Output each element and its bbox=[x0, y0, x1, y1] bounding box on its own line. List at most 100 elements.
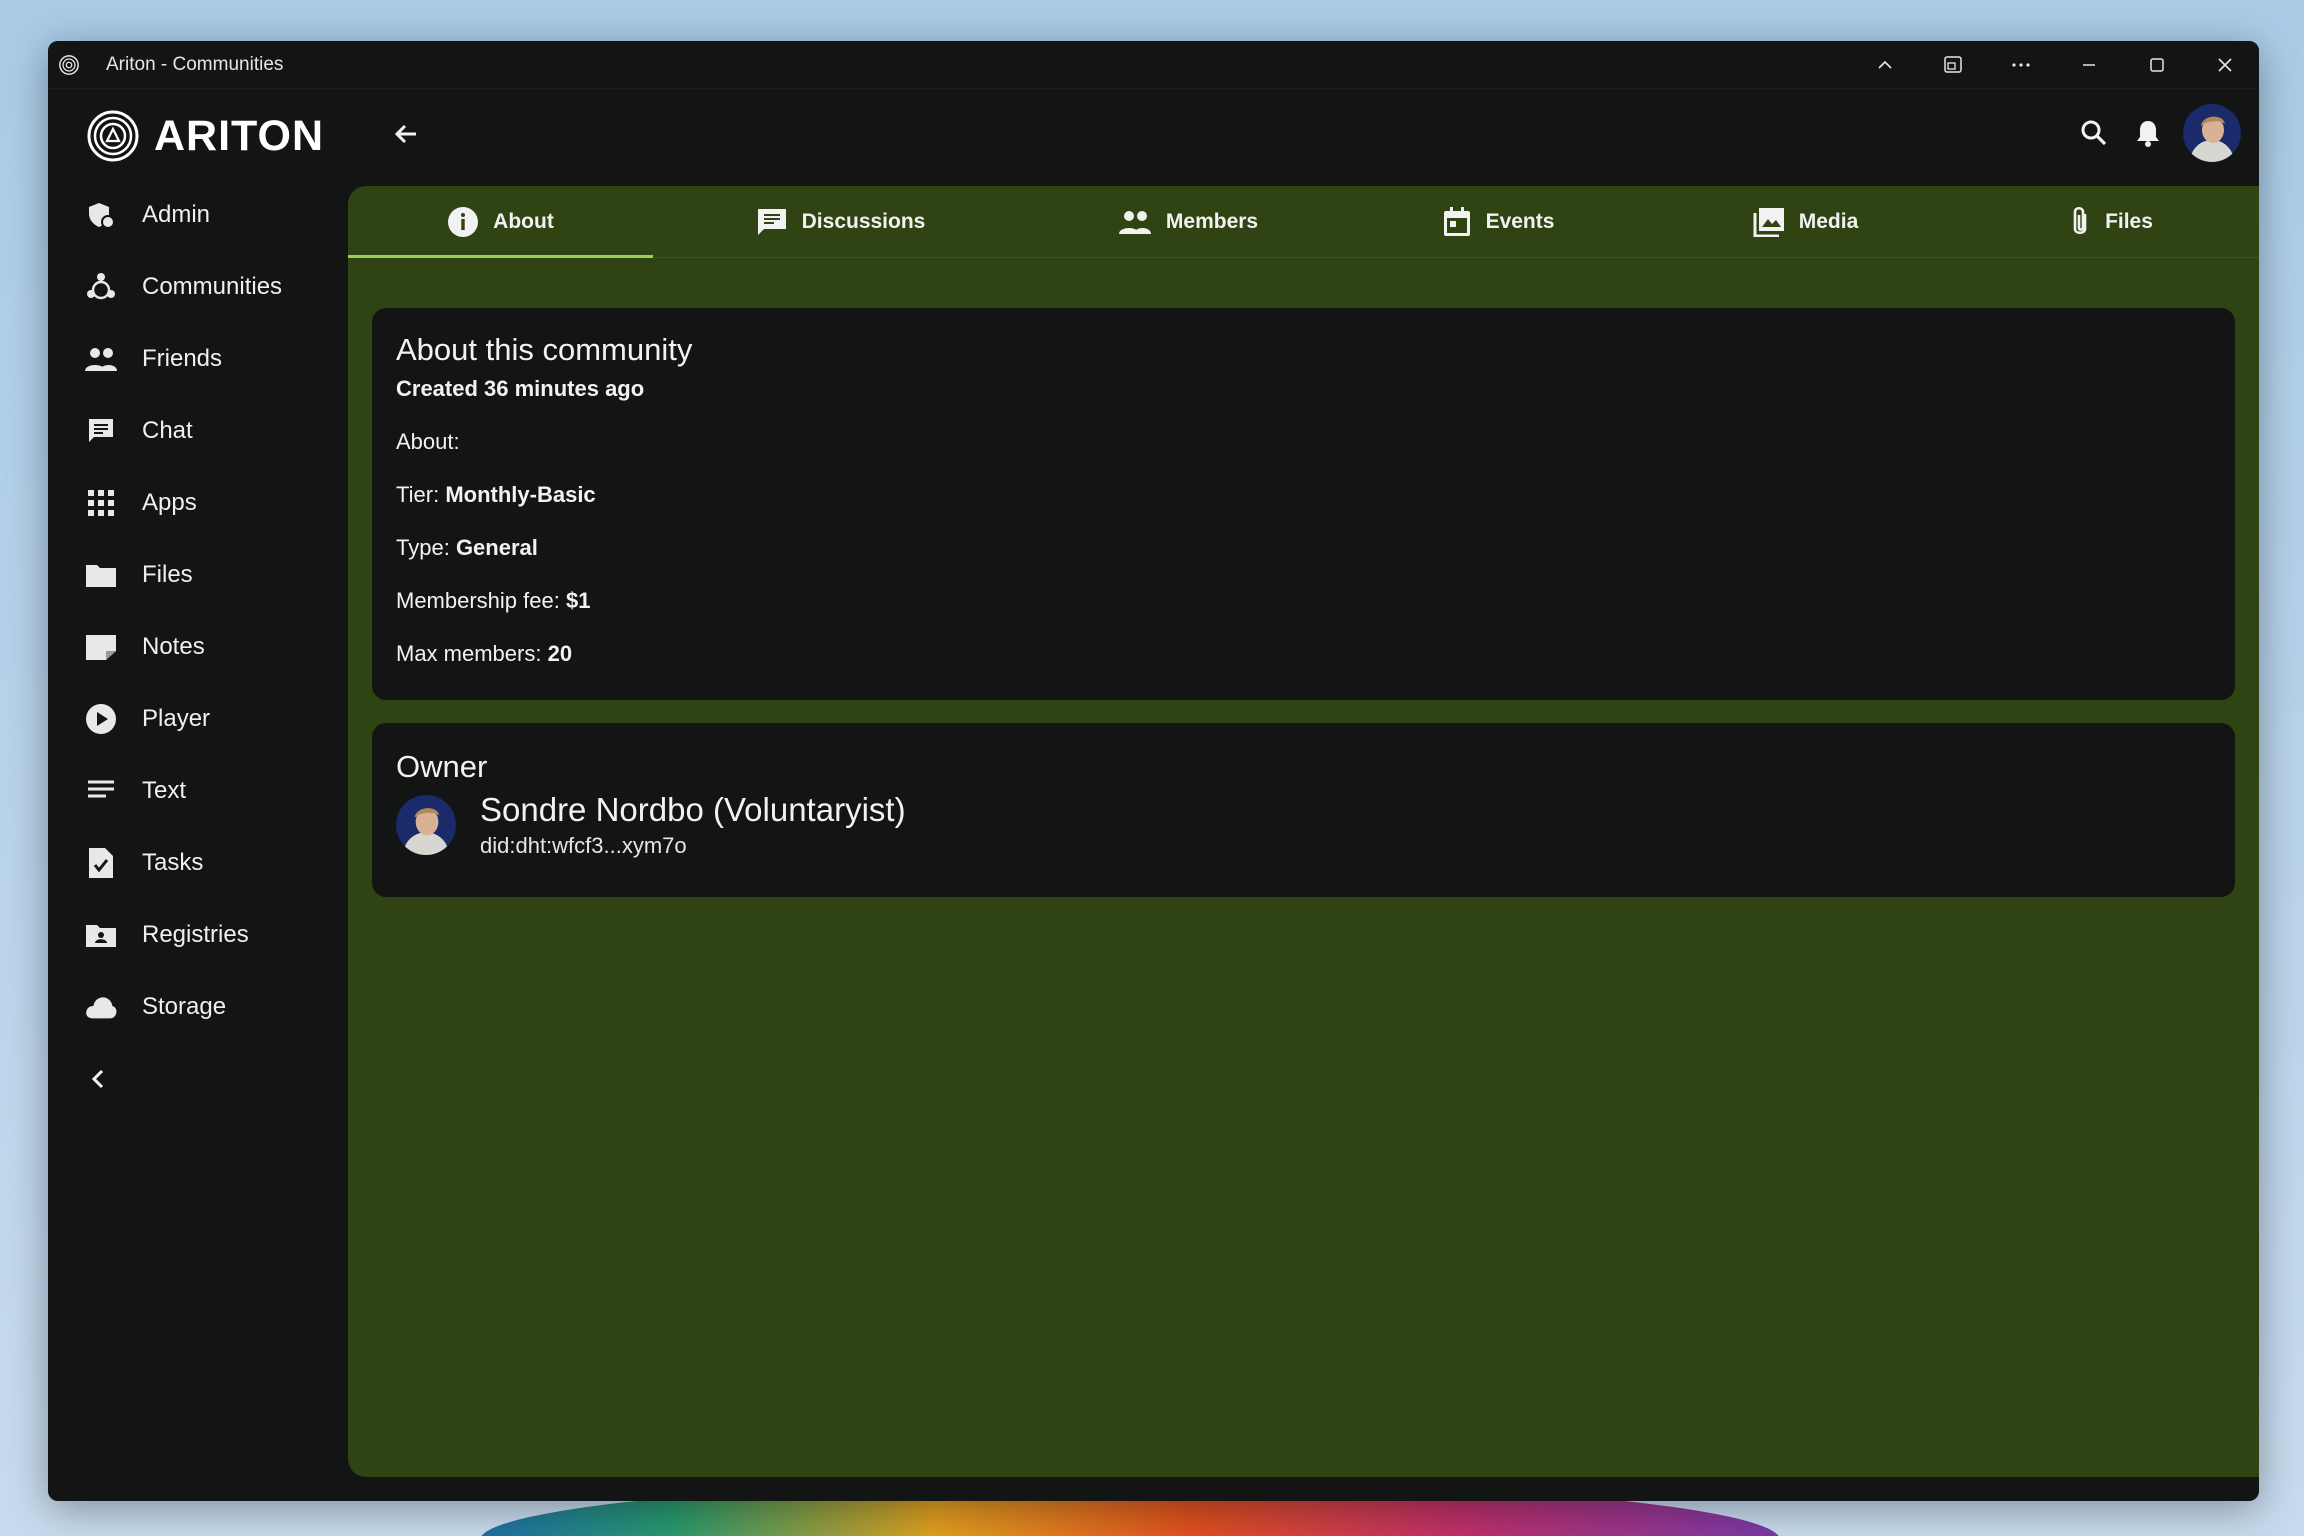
admin-icon bbox=[84, 198, 118, 232]
sidebar-item-label: Player bbox=[142, 705, 211, 732]
owner-avatar[interactable] bbox=[396, 795, 456, 855]
collapse-titlebar-button[interactable] bbox=[1851, 41, 1919, 89]
folder-icon bbox=[84, 558, 118, 592]
owner-name: Sondre Nordbo (Voluntaryist) bbox=[480, 791, 906, 828]
type-value: General bbox=[455, 535, 538, 560]
sidebar-nav: Admin Communities Friends Chat Apps File… bbox=[48, 179, 348, 1115]
owner-heading: Owner bbox=[396, 749, 488, 784]
maximize-button[interactable] bbox=[2123, 41, 2191, 89]
tab-files[interactable]: Files bbox=[1963, 186, 2259, 257]
type-row: Type: General bbox=[396, 535, 2211, 561]
sidebar-item-friends[interactable]: Friends bbox=[48, 323, 348, 395]
chat-icon bbox=[84, 414, 118, 448]
created-time: Created 36 minutes ago bbox=[396, 376, 645, 401]
window-title: Ariton - Communities bbox=[106, 53, 284, 75]
cast-icon bbox=[1944, 56, 1962, 73]
media-icon bbox=[1753, 207, 1785, 237]
app-window: Ariton - Communities ARITON Admin Commun… bbox=[48, 41, 2259, 1501]
sidebar-item-registries[interactable]: Registries bbox=[48, 899, 348, 971]
sidebar-item-chat[interactable]: Chat bbox=[48, 395, 348, 467]
sidebar-item-label: Storage bbox=[142, 993, 227, 1020]
sidebar-item-communities[interactable]: Communities bbox=[48, 251, 348, 323]
tab-media[interactable]: Media bbox=[1648, 186, 1963, 257]
owner-did: did:dht:wfcf3...xym7o bbox=[480, 833, 687, 858]
minimize-button[interactable] bbox=[2055, 41, 2123, 89]
tab-bar: About Discussions Members Events Media F… bbox=[348, 186, 2259, 258]
cloud-icon bbox=[84, 990, 118, 1024]
chevron-up-icon bbox=[1878, 60, 1892, 69]
sidebar-item-label: Text bbox=[142, 777, 187, 804]
fee-row: Membership fee: $1 bbox=[396, 588, 2211, 614]
sidebar-item-files[interactable]: Files bbox=[48, 539, 348, 611]
collapse-sidebar-button[interactable] bbox=[48, 1043, 348, 1115]
info-icon bbox=[447, 206, 479, 238]
tab-label: Media bbox=[1798, 209, 1859, 233]
sidebar-item-player[interactable]: Player bbox=[48, 683, 348, 755]
task-icon bbox=[84, 846, 118, 880]
tab-label: Members bbox=[1165, 209, 1259, 233]
fee-value: $1 bbox=[565, 588, 591, 613]
about-row: About: bbox=[396, 429, 2211, 455]
tab-discussions[interactable]: Discussions bbox=[653, 186, 1028, 257]
close-icon bbox=[2218, 58, 2232, 72]
tier-row: Tier: Monthly-Basic bbox=[396, 482, 2211, 508]
user-photo-icon bbox=[2183, 104, 2241, 162]
max-members-label: Max members: bbox=[396, 641, 542, 666]
user-avatar[interactable] bbox=[2183, 104, 2241, 162]
about-heading: About this community bbox=[396, 332, 693, 367]
back-button[interactable] bbox=[383, 111, 429, 157]
fee-label: Membership fee: bbox=[396, 588, 560, 613]
sidebar-item-notes[interactable]: Notes bbox=[48, 611, 348, 683]
bell-icon bbox=[2137, 121, 2159, 147]
calendar-icon bbox=[1442, 206, 1472, 238]
sidebar-item-storage[interactable]: Storage bbox=[48, 971, 348, 1043]
registry-icon bbox=[84, 918, 118, 952]
search-button[interactable] bbox=[2067, 103, 2121, 163]
sidebar-item-label: Chat bbox=[142, 417, 193, 444]
maximize-icon bbox=[2150, 58, 2164, 72]
about-label: About: bbox=[396, 429, 460, 454]
owner-profile[interactable]: Sondre Nordbo (Voluntaryist) did:dht:wfc… bbox=[396, 791, 2211, 859]
sidebar-item-label: Friends bbox=[142, 345, 223, 372]
sidebar-item-apps[interactable]: Apps bbox=[48, 467, 348, 539]
more-options-button[interactable] bbox=[1987, 41, 2055, 89]
sidebar-item-text[interactable]: Text bbox=[48, 755, 348, 827]
sidebar-item-tasks[interactable]: Tasks bbox=[48, 827, 348, 899]
brand-name: ARITON bbox=[154, 111, 325, 160]
more-dots-icon bbox=[2012, 63, 2030, 67]
sidebar-item-label: Files bbox=[142, 561, 193, 588]
ariton-logo-icon bbox=[87, 110, 139, 162]
type-label: Type: bbox=[396, 535, 450, 560]
play-icon bbox=[84, 702, 118, 736]
max-members-row: Max members: 20 bbox=[396, 641, 2211, 667]
close-button[interactable] bbox=[2191, 41, 2259, 89]
tab-events[interactable]: Events bbox=[1348, 186, 1648, 257]
owner-card: Owner Sondre Nordbo (Voluntaryist) did:d… bbox=[372, 723, 2235, 897]
tab-label: Discussions bbox=[801, 209, 926, 233]
tab-label: Files bbox=[2105, 209, 2153, 233]
tab-members[interactable]: Members bbox=[1028, 186, 1348, 257]
friends-icon bbox=[84, 342, 118, 376]
chevron-left-icon bbox=[91, 1069, 104, 1089]
sidebar-item-label: Apps bbox=[142, 489, 197, 516]
tab-about[interactable]: About bbox=[348, 186, 653, 258]
text-lines-icon bbox=[84, 774, 118, 808]
sidebar-item-label: Communities bbox=[142, 273, 283, 300]
brand-logo[interactable]: ARITON bbox=[86, 109, 324, 163]
app-logo-icon bbox=[59, 54, 79, 75]
owner-photo-icon bbox=[396, 795, 456, 855]
sidebar-item-label: Notes bbox=[142, 633, 205, 660]
notifications-button[interactable] bbox=[2121, 103, 2175, 163]
members-icon bbox=[1118, 209, 1152, 235]
paperclip-icon bbox=[2069, 205, 2091, 239]
search-icon bbox=[2081, 120, 2107, 146]
apps-grid-icon bbox=[84, 486, 118, 520]
sidebar-item-admin[interactable]: Admin bbox=[48, 179, 348, 251]
minimize-icon bbox=[2083, 64, 2095, 66]
sidebar-item-label: Admin bbox=[142, 201, 211, 228]
discussion-icon bbox=[756, 207, 788, 237]
tab-label: About bbox=[493, 209, 554, 233]
sidebar-item-label: Registries bbox=[142, 921, 249, 948]
sidebar-item-label: Tasks bbox=[142, 849, 204, 876]
cast-button[interactable] bbox=[1919, 41, 1987, 89]
